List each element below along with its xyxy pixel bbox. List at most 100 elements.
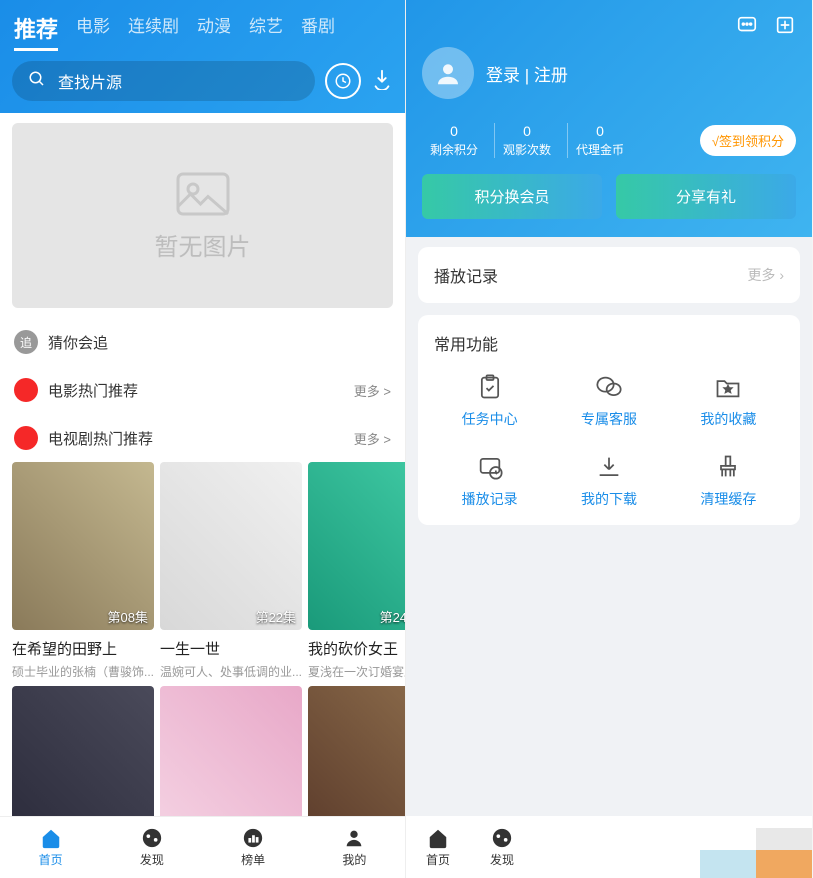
video-card[interactable] [308, 686, 405, 816]
func-favorites[interactable]: 我的收藏 [673, 373, 784, 429]
nav-home[interactable]: 首页 [39, 827, 63, 868]
profile-screen: 登录 | 注册 0 剩余积分 0 观影次数 0 代理金币 √签到领积分 积分换会… [406, 0, 812, 878]
functions-panel: 常用功能 任务中心 专属客服 我的收藏 播放记录 [418, 315, 800, 525]
decoration-block [756, 828, 812, 850]
header: 推荐 电影 连续剧 动漫 综艺 番剧 查找片源 [0, 0, 405, 113]
register-label[interactable]: 注册 [534, 66, 568, 85]
broom-icon [714, 453, 742, 481]
profile-content: 播放记录 更多 › 常用功能 任务中心 专属客服 我的收藏 [406, 237, 812, 816]
func-tasks[interactable]: 任务中心 [434, 373, 545, 429]
home-screen: 推荐 电影 连续剧 动漫 综艺 番剧 查找片源 暂无图片 [0, 0, 406, 878]
nav-mine[interactable]: 我的 [342, 827, 366, 868]
person-icon [343, 827, 365, 849]
message-icon[interactable] [736, 14, 758, 41]
func-history[interactable]: 播放记录 [434, 453, 545, 509]
func-label: 专属客服 [581, 409, 637, 429]
download-button[interactable] [371, 68, 393, 95]
bottom-nav: 首页 发现 榜单 我的 [0, 816, 405, 878]
tab-drama[interactable]: 番剧 [301, 12, 335, 51]
history-button[interactable] [325, 63, 361, 99]
search-placeholder: 查找片源 [58, 69, 122, 93]
card-subtitle: 硕士毕业的张楠（曹骏饰... [12, 663, 154, 680]
tab-variety[interactable]: 综艺 [249, 12, 283, 51]
stat-label: 观影次数 [503, 141, 551, 158]
checkin-button[interactable]: √签到领积分 [700, 125, 796, 156]
play-history-icon [476, 453, 504, 481]
episode-badge: 第22集 [256, 607, 296, 626]
image-icon [173, 169, 233, 219]
nav-label: 发现 [140, 851, 164, 868]
search-row: 查找片源 [12, 61, 393, 101]
more-link[interactable]: 更多 > [354, 429, 391, 448]
tab-movie[interactable]: 电影 [76, 12, 110, 51]
chat-icon [595, 373, 623, 401]
login-label[interactable]: 登录 [486, 66, 520, 85]
video-card[interactable] [12, 686, 154, 816]
content-area: 暂无图片 追 猜你会追 电影热门推荐 更多 > 电视剧热门推荐 更多 > 第08… [0, 113, 405, 816]
stat-label: 代理金币 [576, 141, 624, 158]
share-icon[interactable] [774, 14, 796, 41]
nav-home[interactable]: 首页 [426, 827, 450, 868]
section-title: 电影热门推荐 [48, 380, 354, 401]
stats-row: 0 剩余积分 0 观影次数 0 代理金币 √签到领积分 [422, 123, 796, 158]
video-card[interactable] [160, 686, 302, 816]
more-link[interactable]: 更多 > [354, 381, 391, 400]
search-input[interactable]: 查找片源 [12, 61, 315, 101]
bottom-nav: 首页 发现 [406, 816, 812, 878]
panel-header: 常用功能 [434, 331, 784, 355]
panel-title: 播放记录 [434, 263, 747, 287]
more-link[interactable]: 更多 › [747, 265, 784, 285]
tab-anime[interactable]: 动漫 [197, 12, 231, 51]
func-label: 清理缓存 [700, 489, 756, 509]
section-tv-hot: 电视剧热门推荐 更多 > [0, 414, 405, 462]
nav-discover[interactable]: 发现 [140, 827, 164, 868]
card-title: 我的砍价女王 [308, 638, 405, 659]
nav-label: 发现 [490, 851, 514, 868]
video-grid: 第08集 在希望的田野上 硕士毕业的张楠（曹骏饰... 第22集 一生一世 温婉… [0, 462, 405, 816]
nav-ranking[interactable]: 榜单 [241, 827, 265, 868]
discover-icon [141, 827, 163, 849]
poster [12, 686, 154, 816]
func-label: 播放记录 [462, 489, 518, 509]
history-panel: 播放记录 更多 › [418, 247, 800, 303]
section-movie-hot: 电影热门推荐 更多 > [0, 366, 405, 414]
tab-recommend[interactable]: 推荐 [14, 12, 58, 51]
episode-badge: 第08集 [108, 607, 148, 626]
nav-label: 首页 [39, 851, 63, 868]
poster: 第08集 [12, 462, 154, 630]
nav-discover[interactable]: 发现 [490, 827, 514, 868]
nav-label: 我的 [342, 851, 366, 868]
clipboard-icon [476, 373, 504, 401]
folder-star-icon [714, 373, 742, 401]
section-title: 猜你会追 [48, 332, 391, 353]
share-button[interactable]: 分享有礼 [616, 174, 796, 219]
func-label: 我的收藏 [700, 409, 756, 429]
function-grid: 任务中心 专属客服 我的收藏 播放记录 我的下载 [434, 373, 784, 509]
exchange-button[interactable]: 积分换会员 [422, 174, 602, 219]
stat-value: 0 [430, 123, 478, 139]
func-label: 我的下载 [581, 489, 637, 509]
banner-placeholder[interactable]: 暂无图片 [12, 123, 393, 308]
episode-badge: 第24集 [380, 607, 405, 626]
chevron-right-icon: › [779, 267, 784, 283]
func-clear-cache[interactable]: 清理缓存 [673, 453, 784, 509]
stat-coins[interactable]: 0 代理金币 [567, 123, 632, 158]
stat-watch[interactable]: 0 观影次数 [494, 123, 559, 158]
section-title: 电视剧热门推荐 [48, 428, 354, 449]
panel-header: 播放记录 更多 › [434, 263, 784, 287]
home-icon [40, 827, 62, 849]
user-row[interactable]: 登录 | 注册 [422, 47, 796, 99]
video-card[interactable]: 第24集 我的砍价女王 夏浅在一次订婚宴上... [308, 462, 405, 680]
avatar [422, 47, 474, 99]
decoration-blocks [700, 850, 812, 878]
login-register: 登录 | 注册 [486, 61, 568, 86]
nav-label: 首页 [426, 851, 450, 868]
tab-series[interactable]: 连续剧 [128, 12, 179, 51]
discover-icon [491, 827, 513, 849]
stat-points[interactable]: 0 剩余积分 [422, 123, 486, 158]
func-service[interactable]: 专属客服 [553, 373, 664, 429]
video-card[interactable]: 第08集 在希望的田野上 硕士毕业的张楠（曹骏饰... [12, 462, 154, 680]
card-title: 一生一世 [160, 638, 302, 659]
func-downloads[interactable]: 我的下载 [553, 453, 664, 509]
video-card[interactable]: 第22集 一生一世 温婉可人、处事低调的业... [160, 462, 302, 680]
